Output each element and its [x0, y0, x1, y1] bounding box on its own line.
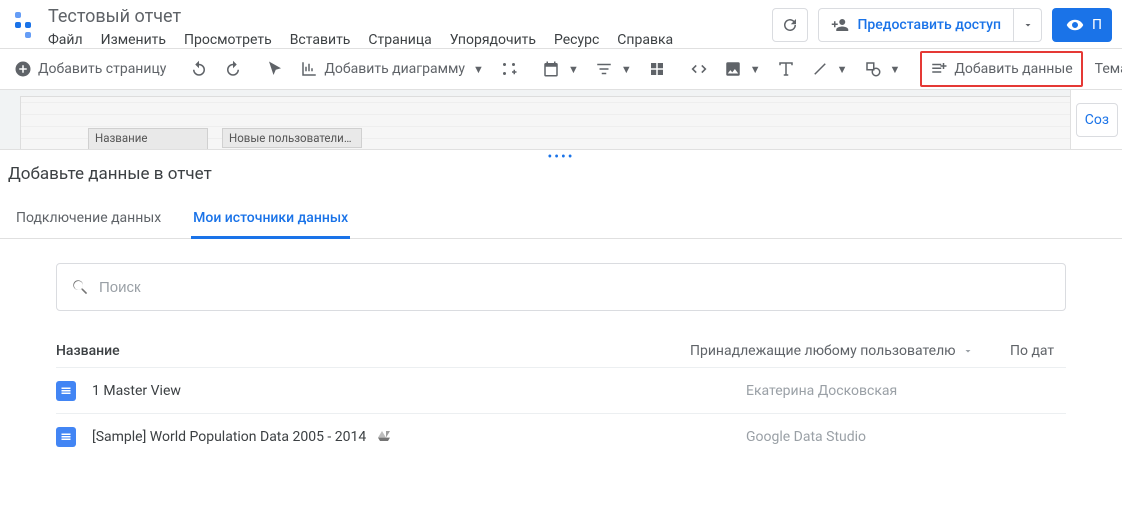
menu-page[interactable]: Страница [368, 32, 431, 48]
search-input[interactable] [97, 278, 1051, 297]
menu-resource[interactable]: Ресурс [554, 32, 599, 48]
col-owner-filter[interactable]: Принадлежащие любому пользователю [690, 343, 1010, 359]
redo-icon [224, 60, 242, 78]
chevron-down-icon: ▼ [890, 63, 901, 76]
right-panel: Соз [1070, 90, 1122, 149]
add-chart-label: Добавить диаграмму [324, 61, 465, 77]
menu-help[interactable]: Справка [617, 32, 673, 48]
add-data-label: Добавить данные [954, 61, 1072, 77]
datasource-owner: Екатерина Досковская [746, 383, 1066, 399]
embed-button[interactable] [682, 49, 716, 89]
image-icon [724, 60, 742, 78]
eye-icon [1066, 16, 1084, 34]
share-button[interactable]: Предоставить доступ [818, 8, 1014, 42]
code-icon [690, 60, 708, 78]
col-date[interactable]: По дат [1010, 343, 1066, 359]
title-area: Тестовый отчет Файл Изменить Просмотреть… [48, 6, 772, 48]
cursor-button[interactable] [258, 49, 292, 89]
share-button-group: Предоставить доступ [818, 8, 1042, 42]
search-container [56, 263, 1066, 311]
datasource-name: [Sample] World Population Data 2005 - 20… [92, 429, 746, 445]
menu-file[interactable]: Файл [48, 32, 83, 48]
search-icon [71, 278, 89, 296]
community-viz-button[interactable] [492, 49, 526, 89]
search-box[interactable] [56, 263, 1066, 311]
filter-icon [595, 60, 613, 78]
line-button[interactable]: ▼ [803, 49, 856, 89]
table-header-chip-1[interactable]: Название страницы [88, 128, 208, 150]
datasource-icon [56, 427, 76, 447]
list-item[interactable]: [Sample] World Population Data 2005 - 20… [56, 413, 1066, 459]
add-chart-button[interactable]: Добавить диаграмму ▼ [292, 49, 492, 89]
canvas-area: Название страницы Новые пользователи… Со… [0, 90, 1122, 150]
text-icon [777, 60, 795, 78]
datasource-name: 1 Master View [92, 383, 746, 399]
text-button[interactable] [769, 49, 803, 89]
chevron-down-icon: ▼ [568, 63, 579, 76]
filter-control-button[interactable]: ▼ [587, 49, 640, 89]
theme-label: Тема и шаблон [1095, 61, 1122, 77]
chart-icon [300, 60, 318, 78]
share-dropdown-button[interactable] [1014, 8, 1042, 42]
date-range-button[interactable]: ▼ [534, 49, 587, 89]
line-icon [811, 60, 829, 78]
drive-icon [376, 429, 392, 445]
data-control-button[interactable] [640, 49, 674, 89]
chevron-down-icon: ▼ [750, 63, 761, 76]
chevron-down-icon: ▼ [473, 63, 484, 76]
undo-icon [190, 60, 208, 78]
redo-button[interactable] [216, 49, 250, 89]
col-owner-label: Принадлежащие любому пользователю [690, 343, 956, 359]
datasource-icon [56, 381, 76, 401]
tab-connect-data[interactable]: Подключение данных [14, 200, 163, 238]
add-page-icon [14, 60, 32, 78]
image-button[interactable]: ▼ [716, 49, 769, 89]
add-data-panel: •••• Добавьте данные в отчет Подключение… [0, 150, 1122, 459]
chevron-down-icon [962, 345, 974, 357]
toolbar: Добавить страницу Добавить диаграмму ▼ ▼… [0, 48, 1122, 90]
menu-insert[interactable]: Вставить [290, 32, 351, 48]
theme-button[interactable]: Тема и шаблон [1087, 49, 1122, 89]
app-header: Тестовый отчет Файл Изменить Просмотреть… [0, 0, 1122, 48]
table-header-chip-2[interactable]: Новые пользователи… [222, 128, 362, 148]
panel-tabs: Подключение данных Мои источники данных [0, 200, 1122, 239]
datasource-owner: Google Data Studio [746, 429, 1066, 445]
chevron-down-icon [1022, 19, 1034, 31]
menu-view[interactable]: Просмотреть [184, 32, 272, 48]
create-button[interactable]: Соз [1076, 103, 1118, 137]
add-page-label: Добавить страницу [38, 61, 166, 77]
chevron-down-icon: ▼ [837, 63, 848, 76]
menubar: Файл Изменить Просмотреть Вставить Стран… [48, 32, 772, 48]
header-actions: Предоставить доступ П [772, 8, 1112, 42]
undo-button[interactable] [182, 49, 216, 89]
cursor-icon [266, 60, 284, 78]
view-label: П [1092, 17, 1102, 33]
share-label: Предоставить доступ [857, 17, 1001, 33]
app-logo [12, 10, 40, 38]
shape-button[interactable]: ▼ [856, 49, 909, 89]
tab-my-datasources[interactable]: Мои источники данных [191, 200, 350, 239]
datasource-list: 1 Master View Екатерина Досковская [Samp… [0, 367, 1122, 459]
add-data-icon [930, 60, 948, 78]
list-item[interactable]: 1 Master View Екатерина Досковская [56, 367, 1066, 413]
calendar-icon [542, 60, 560, 78]
refresh-button[interactable] [772, 8, 808, 42]
col-name[interactable]: Название [56, 343, 690, 359]
menu-edit[interactable]: Изменить [101, 32, 166, 48]
person-add-icon [831, 16, 849, 34]
add-page-button[interactable]: Добавить страницу [6, 49, 174, 89]
drag-handle[interactable]: •••• [548, 150, 575, 162]
data-control-icon [648, 60, 666, 78]
chevron-down-icon: ▼ [621, 63, 632, 76]
doc-title[interactable]: Тестовый отчет [48, 6, 772, 28]
shape-icon [864, 60, 882, 78]
add-data-highlight: Добавить данные [920, 51, 1082, 87]
column-headers: Название Принадлежащие любому пользовате… [0, 325, 1122, 367]
refresh-icon [781, 16, 799, 34]
menu-arrange[interactable]: Упорядочить [450, 32, 536, 48]
community-icon [500, 60, 518, 78]
add-data-button[interactable]: Добавить данные [922, 53, 1080, 85]
view-mode-button[interactable]: П [1052, 8, 1112, 42]
